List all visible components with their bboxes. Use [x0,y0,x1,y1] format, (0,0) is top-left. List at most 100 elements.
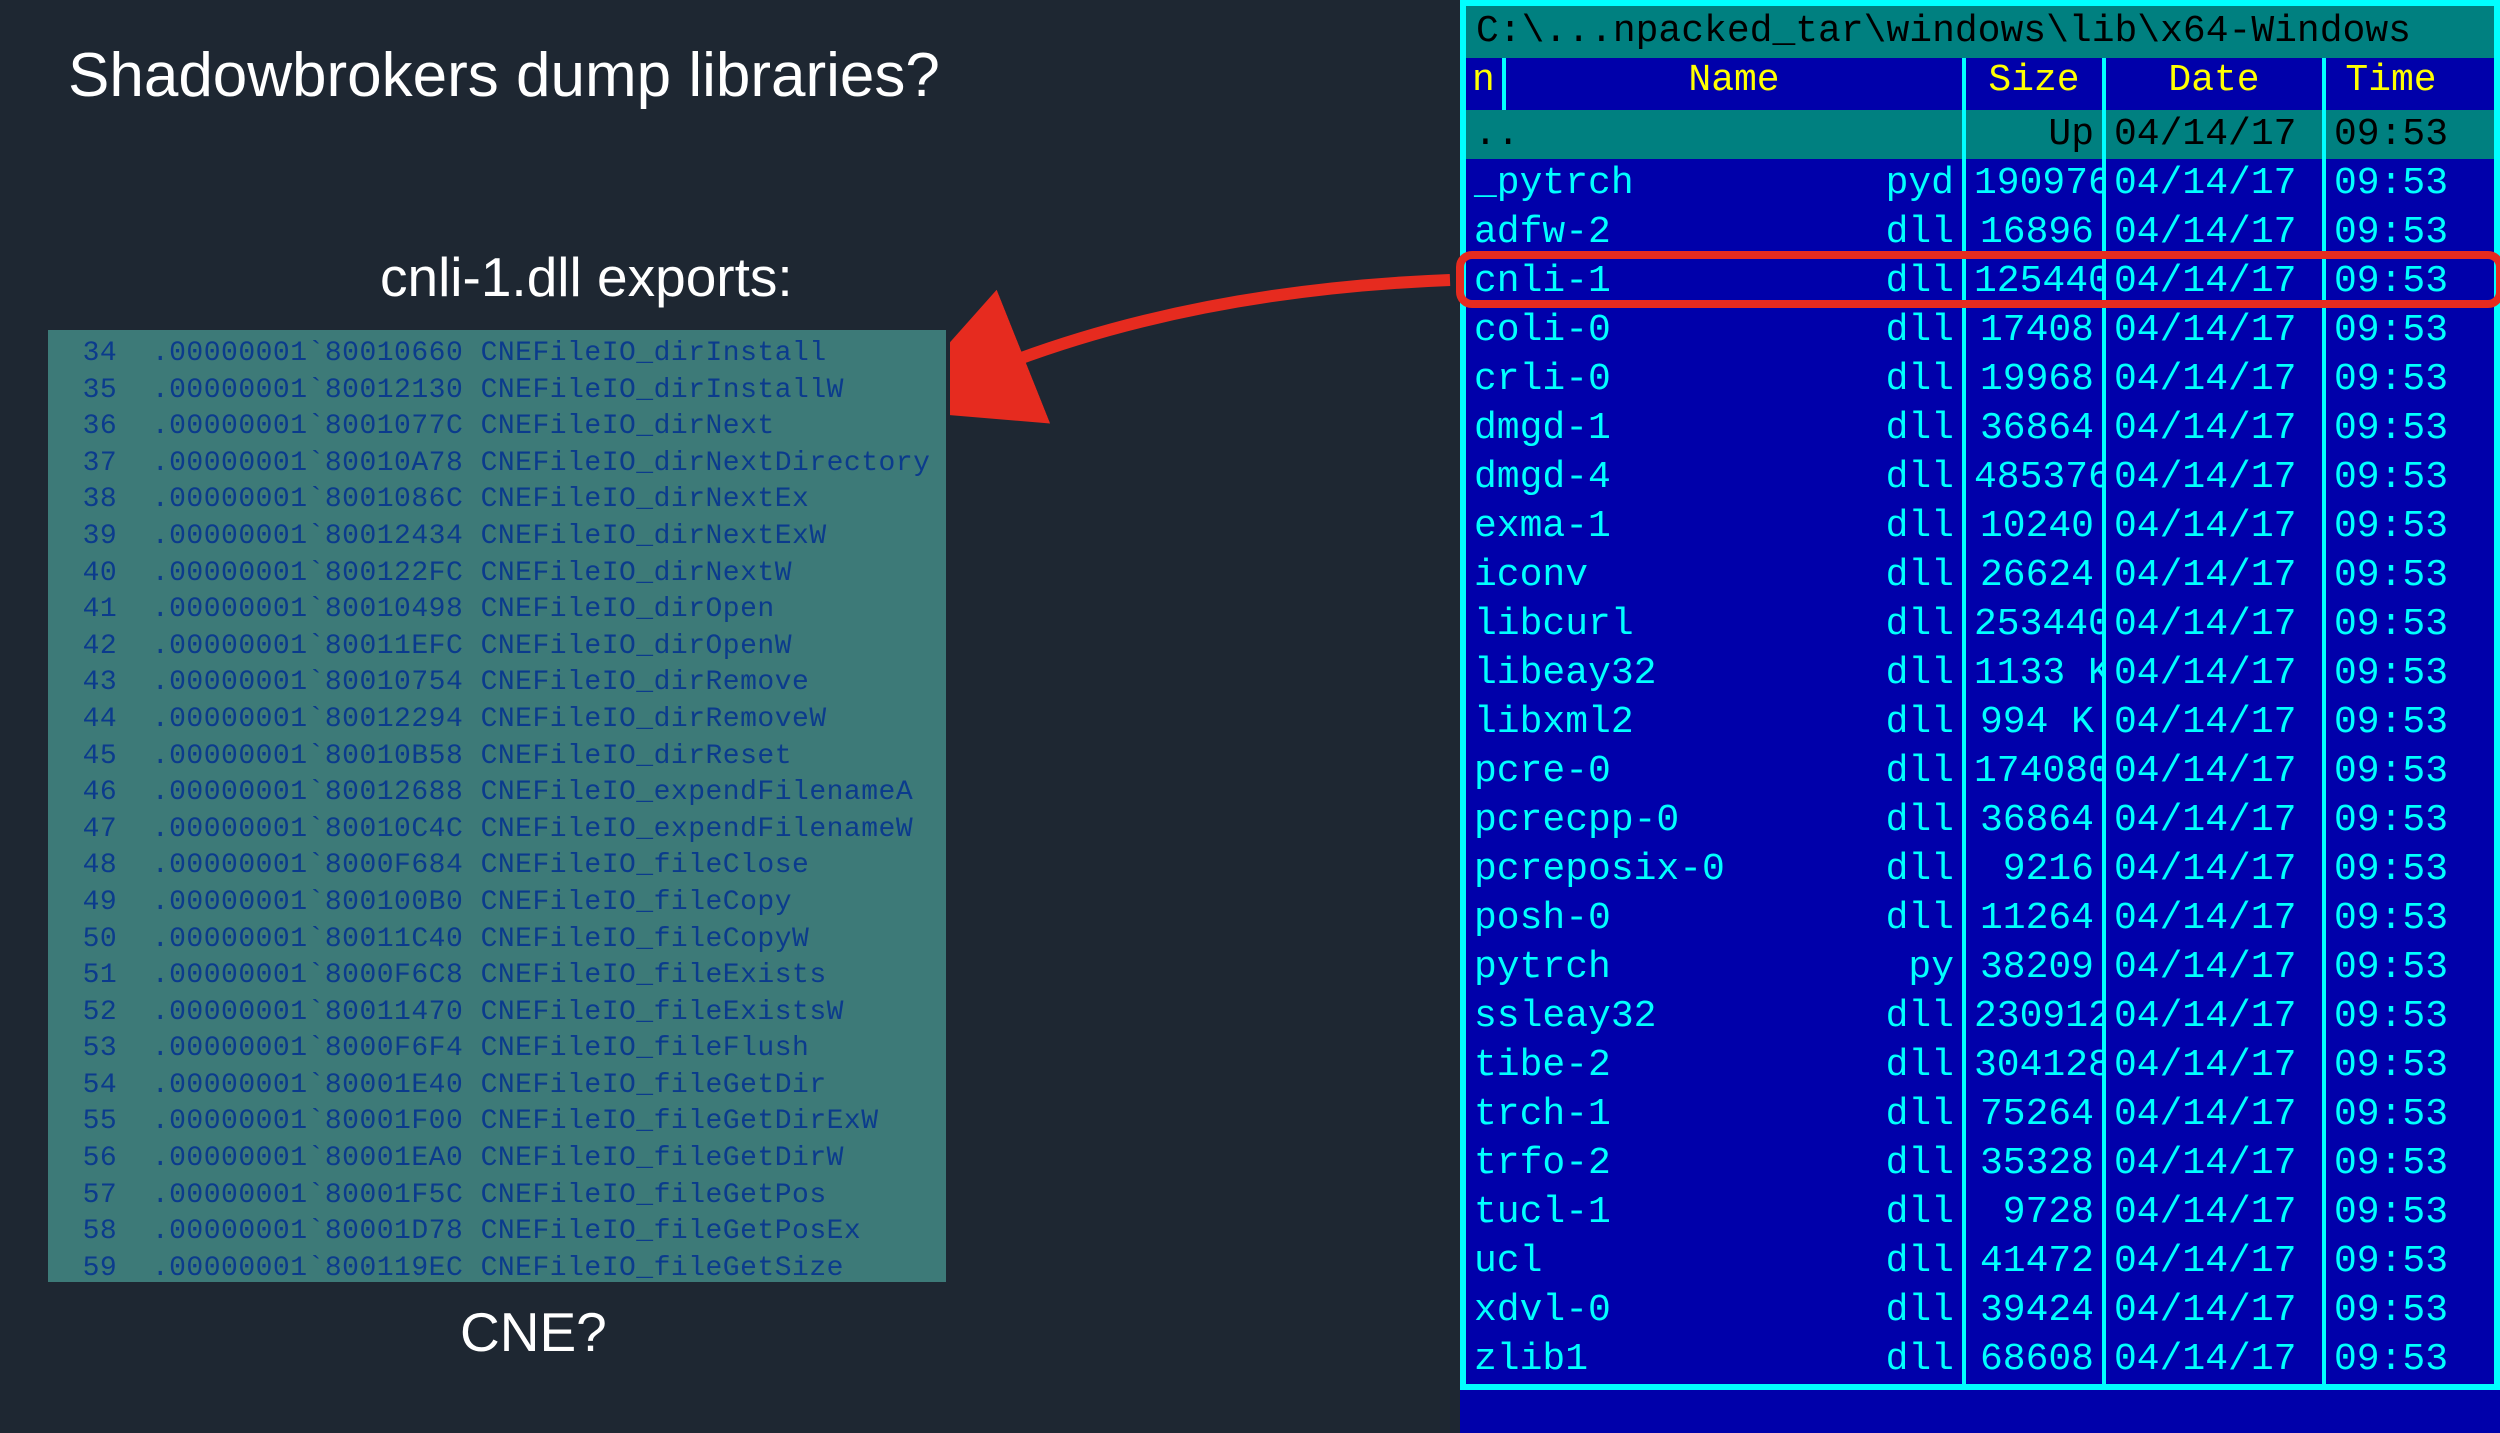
file-row[interactable]: dmgd-4dll48537604/14/1709:53 [1466,453,2494,502]
file-row[interactable]: ssleay32dll23091204/14/1709:53 [1466,992,2494,1041]
file-ext [1948,110,1954,159]
file-name: pcre-0 [1474,747,1880,796]
header-time[interactable]: Time [2326,58,2456,110]
file-size: 125440 [1966,257,2106,306]
header-n[interactable]: n [1466,58,1506,110]
file-date: 04/14/17 [2106,208,2326,257]
file-size: 41472 [1966,1237,2106,1286]
file-row[interactable]: libxml2dll994 K04/14/1709:53 [1466,698,2494,747]
column-headers[interactable]: n Name Size Date Time [1460,58,2500,110]
cne-heading: CNE? [460,1300,607,1364]
file-row[interactable]: xdvl-0dll3942404/14/1709:53 [1466,1286,2494,1335]
export-line: 49 .00000001`800100B0 CNEFileIO_fileCopy [48,885,946,922]
file-ext: dll [1880,747,1954,796]
file-row[interactable]: libcurldll25344004/14/1709:53 [1466,600,2494,649]
file-row[interactable]: pytrchpy3820904/14/1709:53 [1466,943,2494,992]
file-time: 09:53 [2326,943,2456,992]
file-time: 09:53 [2326,1286,2456,1335]
file-time: 09:53 [2326,502,2456,551]
file-size: 35328 [1966,1139,2106,1188]
file-row[interactable]: zlib1dll6860804/14/1709:53 [1466,1335,2494,1384]
file-name: adfw-2 [1474,208,1880,257]
file-row[interactable]: iconvdll2662404/14/1709:53 [1466,551,2494,600]
file-row[interactable]: tibe-2dll30412804/14/1709:53 [1466,1041,2494,1090]
file-name: trfo-2 [1474,1139,1880,1188]
file-date: 04/14/17 [2106,1041,2326,1090]
file-row[interactable]: crli-0dll1996804/14/1709:53 [1466,355,2494,404]
file-row[interactable]: _pytrchpyd19097604/14/1709:53 [1466,159,2494,208]
file-date: 04/14/17 [2106,453,2326,502]
file-ext: dll [1880,306,1954,355]
file-time: 09:53 [2326,1188,2456,1237]
file-time: 09:53 [2326,1335,2456,1384]
header-name[interactable]: Name [1506,58,1962,110]
export-line: 38 .00000001`8001086C CNEFileIO_dirNextE… [48,482,946,519]
export-line: 55 .00000001`80001F00 CNEFileIO_fileGetD… [48,1104,946,1141]
exports-panel: 34 .00000001`80010660 CNEFileIO_dirInsta… [48,330,946,1282]
file-row[interactable]: tucl-1dll972804/14/1709:53 [1466,1188,2494,1237]
header-date[interactable]: Date [2106,58,2326,110]
export-line: 35 .00000001`80012130 CNEFileIO_dirInsta… [48,373,946,410]
file-size: 26624 [1966,551,2106,600]
file-ext: dll [1880,796,1954,845]
file-size: 190976 [1966,159,2106,208]
file-ext: dll [1880,551,1954,600]
export-line: 36 .00000001`8001077C CNEFileIO_dirNext [48,409,946,446]
file-ext: dll [1880,894,1954,943]
file-date: 04/14/17 [2106,698,2326,747]
file-name: .. [1474,110,1948,159]
file-size: 38209 [1966,943,2106,992]
file-row[interactable]: pcreposix-0dll921604/14/1709:53 [1466,845,2494,894]
file-ext: dll [1880,1139,1954,1188]
export-line: 46 .00000001`80012688 CNEFileIO_expendFi… [48,775,946,812]
file-row[interactable]: libeay32dll1133 K04/14/1709:53 [1466,649,2494,698]
file-row[interactable]: pcre-0dll17408004/14/1709:53 [1466,747,2494,796]
path-bar[interactable]: C:\...npacked_tar\windows\lib\x64-Window… [1460,0,2500,58]
file-size: 68608 [1966,1335,2106,1384]
file-size: 9216 [1966,845,2106,894]
file-time: 09:53 [2326,894,2456,943]
file-name: iconv [1474,551,1880,600]
file-size: 485376 [1966,453,2106,502]
file-row[interactable]: dmgd-1dll3686404/14/1709:53 [1466,404,2494,453]
file-time: 09:53 [2326,208,2456,257]
export-line: 44 .00000001`80012294 CNEFileIO_dirRemov… [48,702,946,739]
file-name: crli-0 [1474,355,1880,404]
file-name: xdvl-0 [1474,1286,1880,1335]
file-row[interactable]: adfw-2dll1689604/14/1709:53 [1466,208,2494,257]
file-ext: dll [1880,1237,1954,1286]
file-row[interactable]: trfo-2dll3532804/14/1709:53 [1466,1139,2494,1188]
file-size: 9728 [1966,1188,2106,1237]
file-ext: dll [1880,257,1954,306]
file-row[interactable]: ucldll4147204/14/1709:53 [1466,1237,2494,1286]
file-size: 253440 [1966,600,2106,649]
file-date: 04/14/17 [2106,894,2326,943]
file-name: ssleay32 [1474,992,1880,1041]
file-list: ..Up04/14/1709:53_pytrchpyd19097604/14/1… [1460,110,2500,1390]
file-ext: dll [1880,992,1954,1041]
file-row[interactable]: coli-0dll1740804/14/1709:53 [1466,306,2494,355]
file-time: 09:53 [2326,110,2456,159]
file-date: 04/14/17 [2106,747,2326,796]
file-name: ucl [1474,1237,1880,1286]
file-date: 04/14/17 [2106,355,2326,404]
file-row[interactable]: posh-0dll1126404/14/1709:53 [1466,894,2494,943]
file-name: trch-1 [1474,1090,1880,1139]
slide: Shadowbrokers dump libraries? cnli-1.dll… [0,0,2500,1433]
file-ext: dll [1880,404,1954,453]
file-time: 09:53 [2326,453,2456,502]
file-date: 04/14/17 [2106,796,2326,845]
file-date: 04/14/17 [2106,600,2326,649]
file-row[interactable]: pcrecpp-0dll3686404/14/1709:53 [1466,796,2494,845]
file-name: pcrecpp-0 [1474,796,1880,845]
file-row[interactable]: trch-1dll7526404/14/1709:53 [1466,1090,2494,1139]
file-row-highlighted[interactable]: cnli-1dll12544004/14/1709:53 [1466,257,2494,306]
file-time: 09:53 [2326,1041,2456,1090]
file-name: tucl-1 [1474,1188,1880,1237]
file-row[interactable]: ..Up04/14/1709:53 [1466,110,2494,159]
file-ext: dll [1880,453,1954,502]
file-size: 36864 [1966,404,2106,453]
file-row[interactable]: exma-1dll1024004/14/1709:53 [1466,502,2494,551]
header-size[interactable]: Size [1966,58,2106,110]
file-name: zlib1 [1474,1335,1880,1384]
